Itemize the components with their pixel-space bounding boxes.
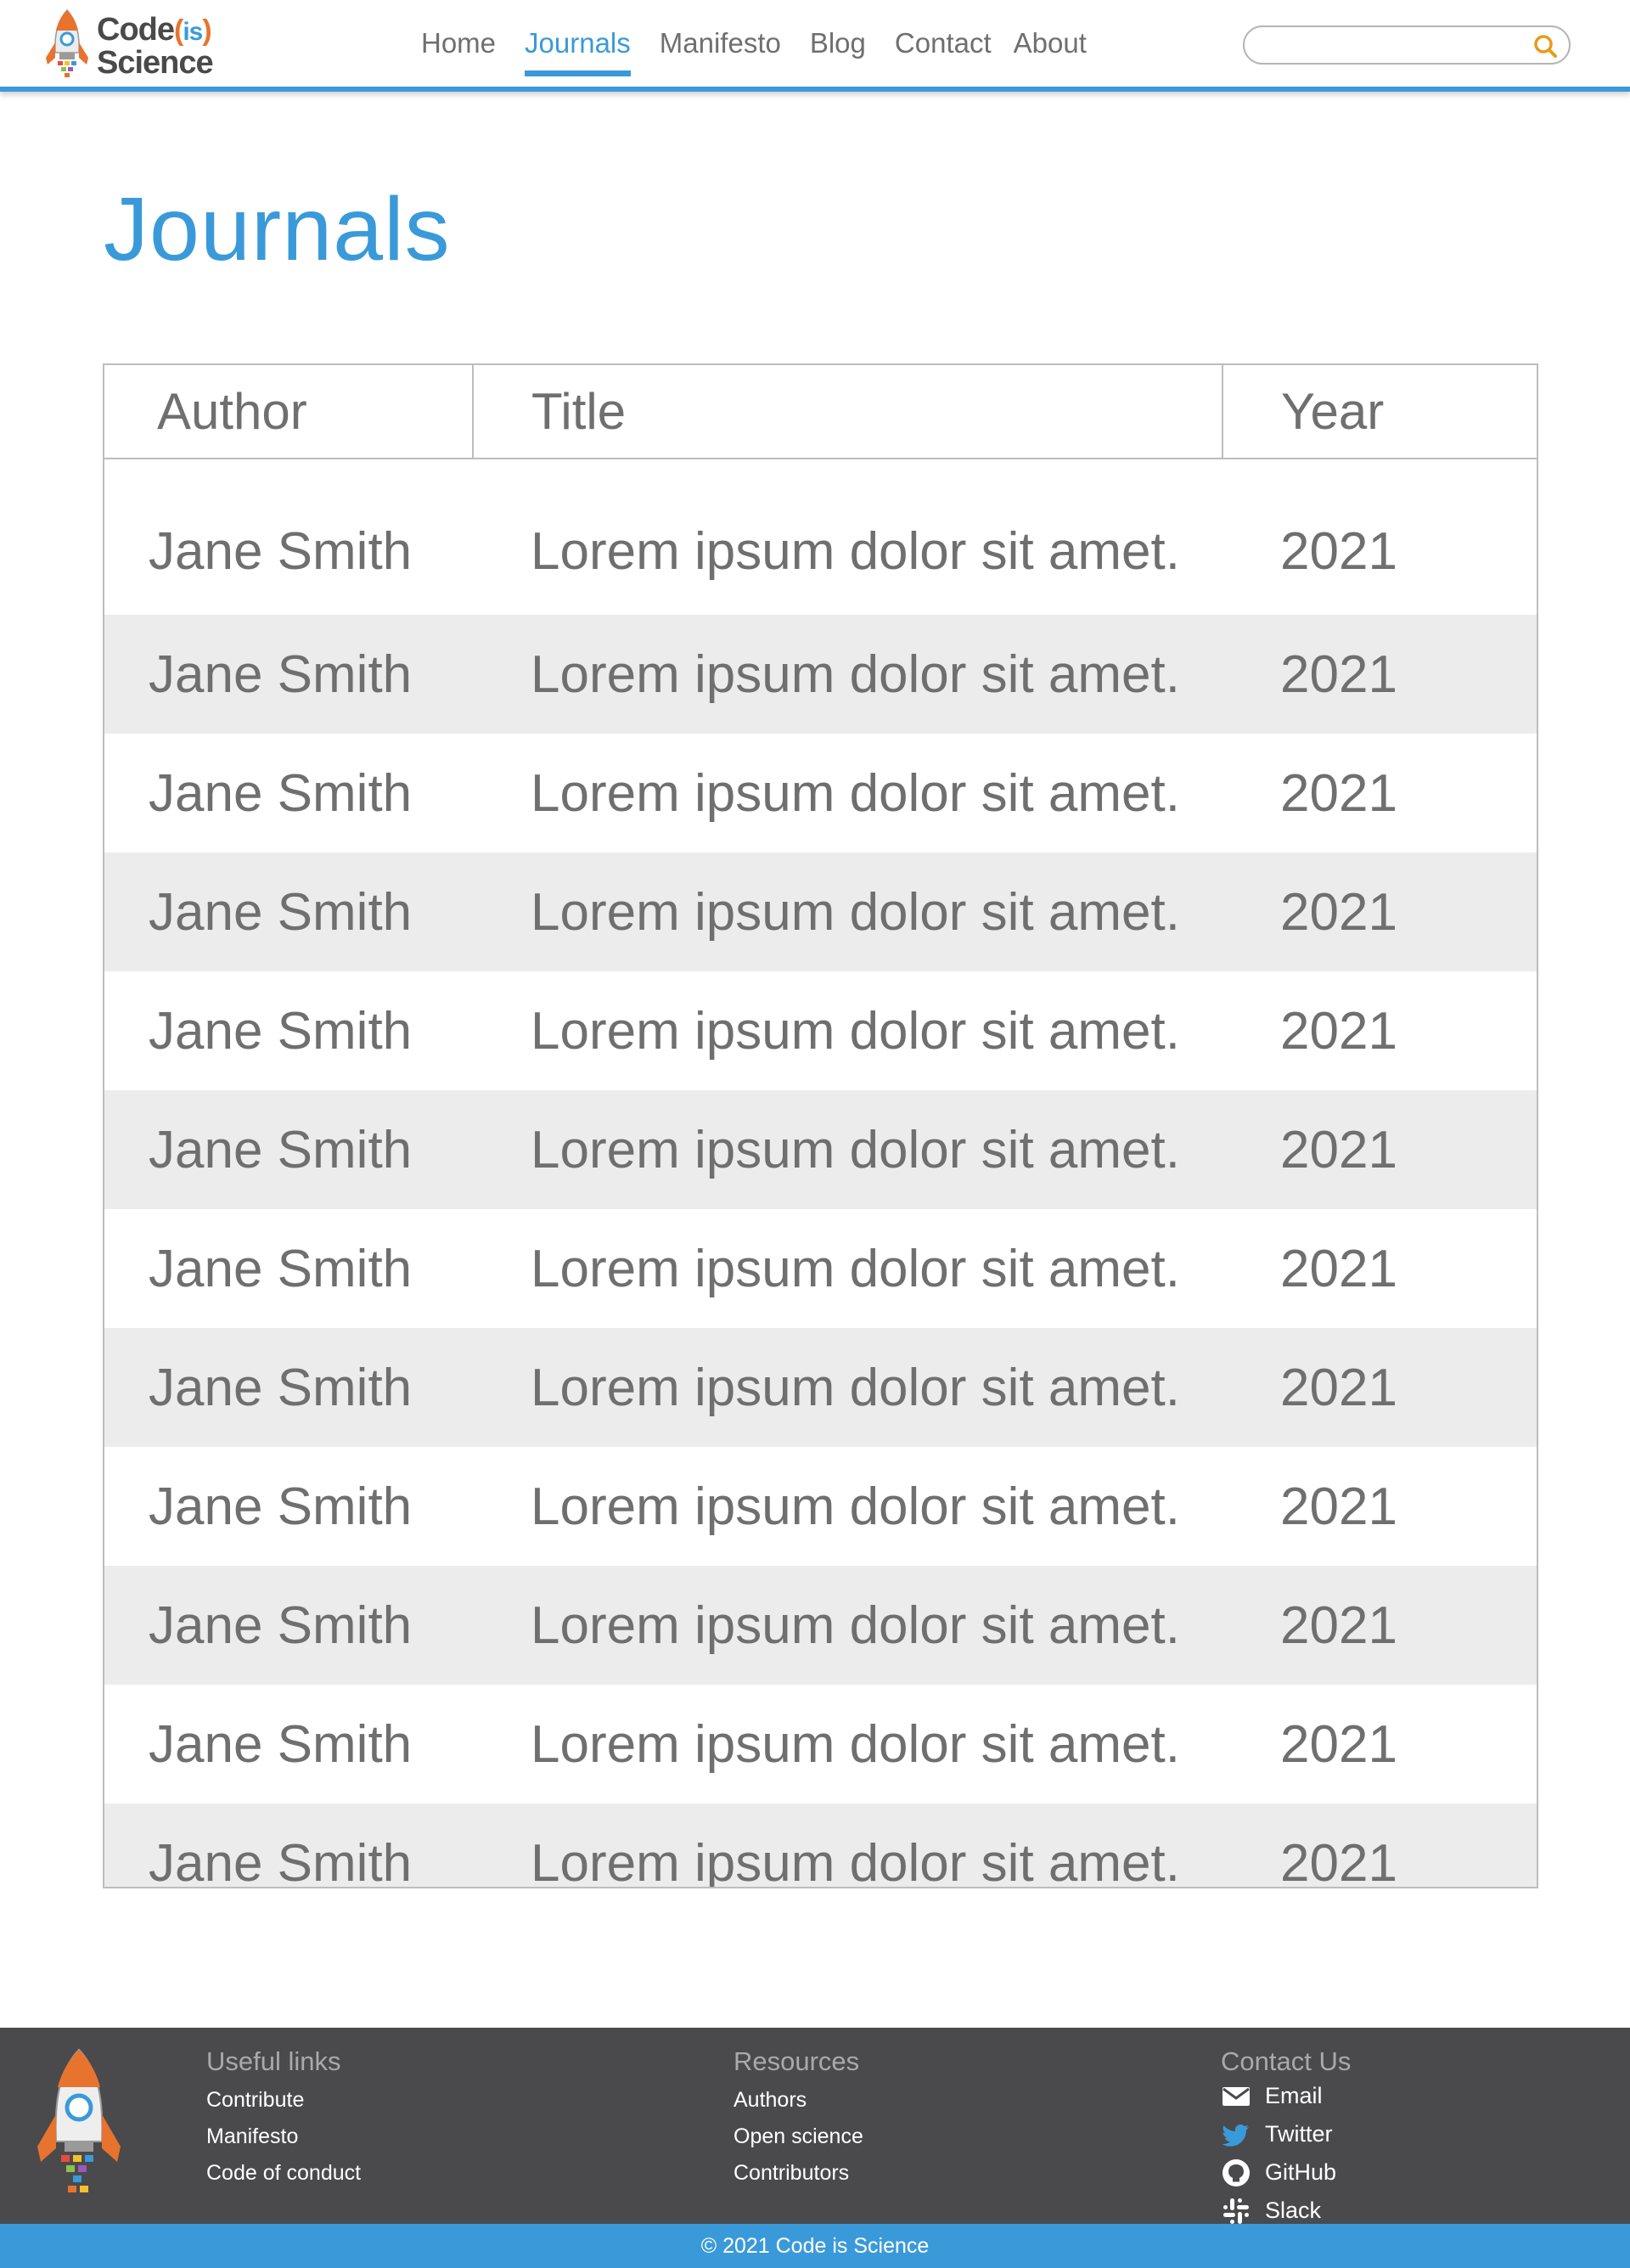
cell-year: 2021 bbox=[1280, 1358, 1397, 1417]
footer-link-contribute[interactable]: Contribute bbox=[206, 2082, 361, 2119]
contact-github-label: GitHub bbox=[1265, 2159, 1337, 2185]
table-row[interactable]: Jane Smith Lorem ipsum dolor sit amet. 2… bbox=[104, 734, 1537, 853]
footer-link-manifesto[interactable]: Manifesto bbox=[206, 2119, 361, 2155]
contact-email-link[interactable]: Email bbox=[1221, 2077, 1351, 2115]
table-header-row: Author Title Year bbox=[104, 365, 1537, 459]
table-row[interactable]: Jane Smith Lorem ipsum dolor sit amet. 2… bbox=[104, 1209, 1537, 1328]
cell-year: 2021 bbox=[1280, 763, 1397, 823]
cell-title[interactable]: Lorem ipsum dolor sit amet. bbox=[473, 1804, 1222, 1888]
rocket-logo-icon bbox=[37, 2048, 121, 2192]
footer-heading-contact: Contact Us bbox=[1221, 2046, 1352, 2076]
table-row[interactable]: Jane Smith Lorem ipsum dolor sit amet. 2… bbox=[104, 1566, 1537, 1685]
contact-twitter-label: Twitter bbox=[1265, 2121, 1333, 2147]
site-footer: Useful links Contribute Manifesto Code o… bbox=[0, 2028, 1630, 2224]
search-input[interactable] bbox=[1256, 31, 1511, 59]
column-header-title[interactable]: Title bbox=[473, 365, 1223, 459]
table-row[interactable]: Jane Smith Lorem ipsum dolor sit amet. 2… bbox=[104, 615, 1537, 734]
copyright-bar: © 2021 Code is Science bbox=[0, 2224, 1630, 2268]
cell-author: Jane Smith bbox=[149, 1001, 413, 1061]
table-row[interactable]: Jane Smith Lorem ipsum dolor sit amet. 2… bbox=[104, 1685, 1537, 1804]
cell-author: Jane Smith bbox=[149, 882, 413, 942]
search-icon[interactable] bbox=[1532, 33, 1559, 60]
footer-resources: Resources Authors Open science Contribut… bbox=[734, 2046, 863, 2192]
cell-title[interactable]: Lorem ipsum dolor sit amet. bbox=[473, 734, 1222, 853]
nav-item-blog[interactable]: Blog bbox=[810, 0, 866, 87]
cell-year: 2021 bbox=[1280, 1001, 1397, 1061]
main-nav: Home Journals Manifesto Blog Contact Abo… bbox=[421, 0, 1116, 87]
cell-author: Jane Smith bbox=[149, 1714, 413, 1774]
contact-slack-label: Slack bbox=[1265, 2198, 1322, 2223]
cell-title[interactable]: Lorem ipsum dolor sit amet. bbox=[473, 1447, 1222, 1566]
cell-title[interactable]: Lorem ipsum dolor sit amet. bbox=[473, 1328, 1222, 1447]
cell-year: 2021 bbox=[1280, 1714, 1397, 1774]
nav-item-contact[interactable]: Contact bbox=[895, 0, 992, 87]
logo-paren-open: ( bbox=[174, 14, 183, 47]
footer-heading-useful-links: Useful links bbox=[206, 2046, 341, 2076]
contact-github-link[interactable]: GitHub bbox=[1221, 2153, 1351, 2192]
cell-author: Jane Smith bbox=[149, 644, 413, 704]
site-header: Code(is) Science Home Journals Manifesto… bbox=[0, 0, 1630, 92]
page-title: Journals bbox=[104, 179, 451, 279]
table-row[interactable]: Jane Smith Lorem ipsum dolor sit amet. 2… bbox=[104, 459, 1537, 615]
footer-link-authors[interactable]: Authors bbox=[734, 2082, 863, 2119]
cell-author: Jane Smith bbox=[149, 1239, 413, 1298]
search-box bbox=[1243, 25, 1571, 65]
site-logo[interactable]: Code(is) Science bbox=[41, 8, 228, 83]
envelope-icon bbox=[1222, 2086, 1250, 2106]
rocket-logo-icon bbox=[46, 8, 88, 77]
footer-useful-links: Useful links Contribute Manifesto Code o… bbox=[206, 2046, 361, 2192]
logo-word-is: is bbox=[183, 17, 203, 46]
cell-title[interactable]: Lorem ipsum dolor sit amet. bbox=[473, 971, 1222, 1090]
cell-year: 2021 bbox=[1280, 1595, 1397, 1655]
cell-title[interactable]: Lorem ipsum dolor sit amet. bbox=[473, 853, 1222, 971]
cell-year: 2021 bbox=[1280, 644, 1397, 704]
github-octocat-icon bbox=[1222, 2158, 1250, 2186]
cell-title[interactable]: Lorem ipsum dolor sit amet. bbox=[473, 615, 1222, 734]
footer-link-contributors[interactable]: Contributors bbox=[734, 2155, 863, 2192]
cell-author: Jane Smith bbox=[149, 1477, 413, 1536]
logo-paren-close: ) bbox=[202, 14, 211, 47]
logo-word-code: Code bbox=[97, 11, 175, 48]
cell-author: Jane Smith bbox=[149, 1358, 413, 1417]
cell-year: 2021 bbox=[1280, 522, 1397, 581]
contact-twitter-link[interactable]: Twitter bbox=[1221, 2115, 1351, 2153]
cell-author: Jane Smith bbox=[149, 1120, 413, 1179]
cell-year: 2021 bbox=[1280, 1239, 1397, 1298]
cell-author: Jane Smith bbox=[149, 522, 413, 581]
contact-email-label: Email bbox=[1265, 2083, 1323, 2108]
table-row[interactable]: Jane Smith Lorem ipsum dolor sit amet. 2… bbox=[104, 1447, 1537, 1566]
cell-author: Jane Smith bbox=[149, 1595, 413, 1655]
cell-author: Jane Smith bbox=[149, 1833, 413, 1888]
footer-link-open-science[interactable]: Open science bbox=[734, 2119, 863, 2155]
table-row[interactable]: Jane Smith Lorem ipsum dolor sit amet. 2… bbox=[104, 1090, 1537, 1209]
slack-hash-icon bbox=[1223, 2198, 1249, 2224]
column-header-year[interactable]: Year bbox=[1222, 365, 1537, 459]
nav-item-journals[interactable]: Journals bbox=[525, 0, 631, 87]
cell-year: 2021 bbox=[1280, 882, 1397, 942]
cell-year: 2021 bbox=[1280, 1477, 1397, 1536]
table-row[interactable]: Jane Smith Lorem ipsum dolor sit amet. 2… bbox=[104, 971, 1537, 1090]
twitter-bird-icon bbox=[1222, 2124, 1249, 2147]
cell-year: 2021 bbox=[1280, 1120, 1397, 1179]
journals-table: Author Title Year Jane Smith Lorem ipsum… bbox=[103, 363, 1538, 1888]
cell-title[interactable]: Lorem ipsum dolor sit amet. bbox=[473, 1685, 1222, 1804]
nav-item-manifesto[interactable]: Manifesto bbox=[660, 0, 781, 87]
table-row[interactable]: Jane Smith Lorem ipsum dolor sit amet. 2… bbox=[104, 1328, 1537, 1447]
logo-word-science: Science bbox=[97, 44, 214, 81]
cell-title[interactable]: Lorem ipsum dolor sit amet. bbox=[473, 1566, 1222, 1685]
cell-author: Jane Smith bbox=[149, 763, 413, 823]
logo-wordmark: Code(is) Science bbox=[97, 11, 214, 81]
nav-item-home[interactable]: Home bbox=[421, 0, 496, 87]
footer-link-code-of-conduct[interactable]: Code of conduct bbox=[206, 2155, 361, 2192]
cell-title[interactable]: Lorem ipsum dolor sit amet. bbox=[473, 1209, 1222, 1328]
footer-heading-resources: Resources bbox=[734, 2046, 860, 2076]
cell-title[interactable]: Lorem ipsum dolor sit amet. bbox=[473, 1090, 1222, 1209]
nav-item-about[interactable]: About bbox=[1014, 0, 1087, 87]
column-header-author[interactable]: Author bbox=[104, 365, 474, 459]
cell-year: 2021 bbox=[1280, 1833, 1397, 1888]
cell-title[interactable]: Lorem ipsum dolor sit amet. bbox=[473, 459, 1222, 615]
table-row[interactable]: Jane Smith Lorem ipsum dolor sit amet. 2… bbox=[104, 1804, 1537, 1888]
table-row[interactable]: Jane Smith Lorem ipsum dolor sit amet. 2… bbox=[104, 853, 1537, 971]
footer-contact: Contact Us Email Twitter GitHub Slack bbox=[1221, 2046, 1351, 2230]
